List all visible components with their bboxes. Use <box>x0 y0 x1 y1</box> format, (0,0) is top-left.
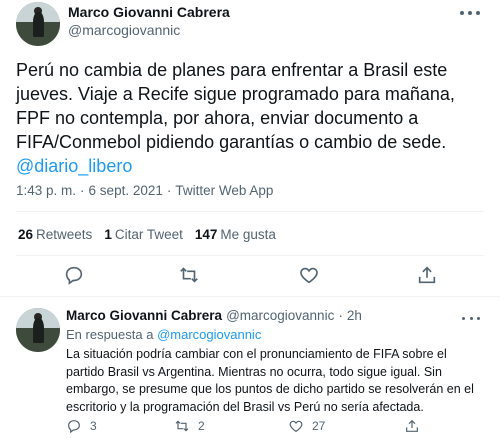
more-options-icon[interactable] <box>462 312 480 324</box>
mention-link[interactable]: @diario_libero <box>16 154 490 178</box>
reply-text-line: La situación podría cambiar con el pronu… <box>66 347 447 361</box>
tweet-metadata: 1:43 p. m. · 6 sept. 2021 · Twitter Web … <box>16 183 273 198</box>
author-handle[interactable]: @marcogiovannic <box>68 22 180 38</box>
meta-separator: · <box>338 308 343 323</box>
meta-separator: · <box>80 183 85 198</box>
tweet-time[interactable]: 1:43 p. m. <box>16 183 76 198</box>
retweet-icon[interactable] <box>178 264 202 288</box>
reply-time[interactable]: 2h <box>347 308 362 323</box>
divider <box>16 255 484 256</box>
reply-count: 3 <box>90 419 97 433</box>
share-icon[interactable] <box>416 264 440 288</box>
more-options-icon[interactable] <box>460 6 480 20</box>
reply-retweet-button[interactable]: 2 <box>174 418 205 434</box>
reply-header: Marco Giovanni Cabrera @marcogiovannic ·… <box>66 308 362 323</box>
reply-icon[interactable] <box>63 264 87 288</box>
retweets-stat[interactable]: 26 Retweets <box>18 227 92 242</box>
tweet-date[interactable]: 6 sept. 2021 <box>89 183 163 198</box>
tweet-text-line: FIFA/Conmebol pidiendo garantías o cambi… <box>16 132 447 152</box>
meta-separator: · <box>166 183 172 198</box>
share-icon <box>406 419 418 432</box>
likes-stat[interactable]: 147 Me gusta <box>195 227 276 242</box>
quotes-stat[interactable]: 1 Citar Tweet <box>104 227 183 242</box>
author-avatar[interactable] <box>16 2 60 46</box>
reply-author-name[interactable]: Marco Giovanni Cabrera <box>66 308 222 323</box>
reply-author-handle[interactable]: @marcogiovannic <box>226 308 334 323</box>
like-count: 27 <box>312 419 326 433</box>
reply-author-avatar[interactable] <box>16 308 60 352</box>
reply-share-button[interactable] <box>404 418 420 434</box>
reply-text-line: escritorio y la programación del Brasil … <box>66 399 424 414</box>
main-tweet: Marco Giovanni Cabrera @marcogiovannic P… <box>0 0 500 294</box>
tweet-source[interactable]: Twitter Web App <box>175 183 273 198</box>
reply-text-line: embargo, se presume que los puntos de di… <box>66 382 474 396</box>
in-reply-to: En respuesta a @marcogiovannic <box>66 327 262 342</box>
reply-icon <box>68 420 80 434</box>
reply-text-line: partido Brasil vs Argentina. Mientras no… <box>66 364 442 379</box>
tweet-text: Perú no cambia de planes para enfrentar … <box>16 58 490 178</box>
reply-tweet[interactable]: Marco Giovanni Cabrera @marcogiovannic ·… <box>0 298 500 438</box>
like-icon <box>289 420 303 433</box>
tweet-actions <box>0 264 500 292</box>
reply-text: La situación podría cambiar con el pronu… <box>66 346 484 416</box>
retweet-count: 2 <box>198 419 205 433</box>
tweet-text-line: FPF no contempla, por ahora, enviar docu… <box>16 108 419 128</box>
author-name[interactable]: Marco Giovanni Cabrera <box>68 4 230 20</box>
divider <box>0 296 500 297</box>
reply-reply-button[interactable]: 3 <box>66 418 97 434</box>
divider <box>16 211 484 212</box>
retweet-icon <box>175 420 189 432</box>
tweet-stats: 26 Retweets 1 Citar Tweet 147 Me gusta <box>18 227 276 242</box>
tweet-text-line: jueves. Viaje a Recife sigue programado … <box>16 84 455 104</box>
reply-like-button[interactable]: 27 <box>288 418 325 434</box>
in-reply-mention[interactable]: @marcogiovannic <box>157 327 261 342</box>
like-icon[interactable] <box>298 264 322 288</box>
reply-actions: 3 2 27 <box>66 418 486 434</box>
tweet-text-line: Perú no cambia de planes para enfrentar … <box>16 60 448 80</box>
